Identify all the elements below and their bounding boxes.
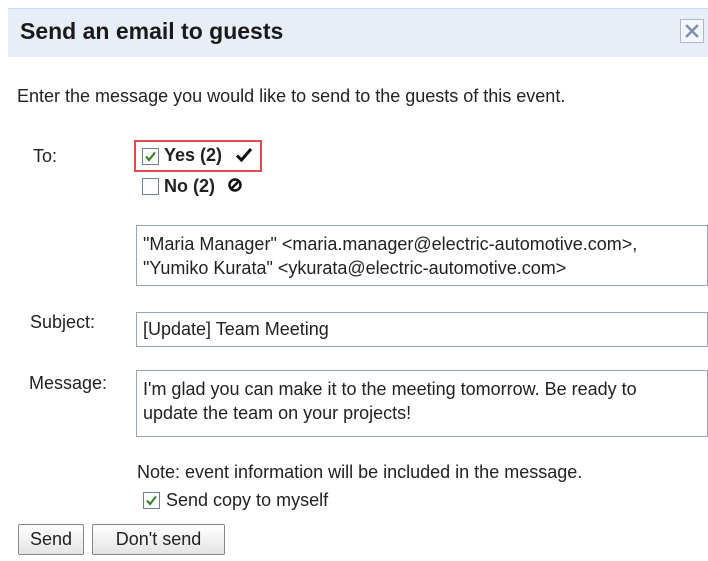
yes-checkbox[interactable] [142, 148, 159, 165]
recipient-line: "Yumiko Kurata" <ykurata@electric-automo… [143, 258, 567, 278]
recipients-field[interactable]: "Maria Manager" <maria.manager@electric-… [136, 225, 708, 286]
message-line: I'm glad you can make it to the meeting … [143, 379, 637, 399]
send-button[interactable]: Send [18, 524, 84, 555]
no-checkbox[interactable] [142, 178, 159, 195]
dialog-titlebar: Send an email to guests [8, 8, 708, 57]
intro-text: Enter the message you would like to send… [17, 86, 566, 106]
no-option-label: No (2) [164, 176, 215, 196]
close-button[interactable] [680, 19, 704, 43]
message-label: Message: [29, 373, 108, 393]
checkbox-check-icon [145, 151, 156, 162]
checkmark-icon [235, 148, 253, 163]
message-textarea[interactable]: I'm glad you can make it to the meeting … [136, 370, 708, 437]
checkbox-check-icon [146, 495, 157, 506]
event-info-note: Note: event information will be included… [137, 462, 583, 482]
yes-option-label: Yes (2) [164, 145, 223, 165]
subject-input[interactable]: [Update] Team Meeting [136, 312, 708, 347]
message-line: update the team on your projects! [143, 403, 412, 423]
dont-send-button[interactable]: Don't send [92, 524, 225, 555]
declined-icon [228, 178, 242, 192]
dialog-title: Send an email to guests [20, 18, 284, 44]
close-icon [685, 24, 699, 38]
send-copy-label: Send copy to myself [166, 490, 329, 510]
to-label: To: [33, 146, 58, 166]
subject-label: Subject: [30, 312, 96, 332]
send-email-dialog: Send an email to guests Enter the messag… [0, 0, 708, 561]
send-copy-checkbox[interactable] [143, 492, 160, 509]
recipient-line: "Maria Manager" <maria.manager@electric-… [143, 234, 638, 254]
